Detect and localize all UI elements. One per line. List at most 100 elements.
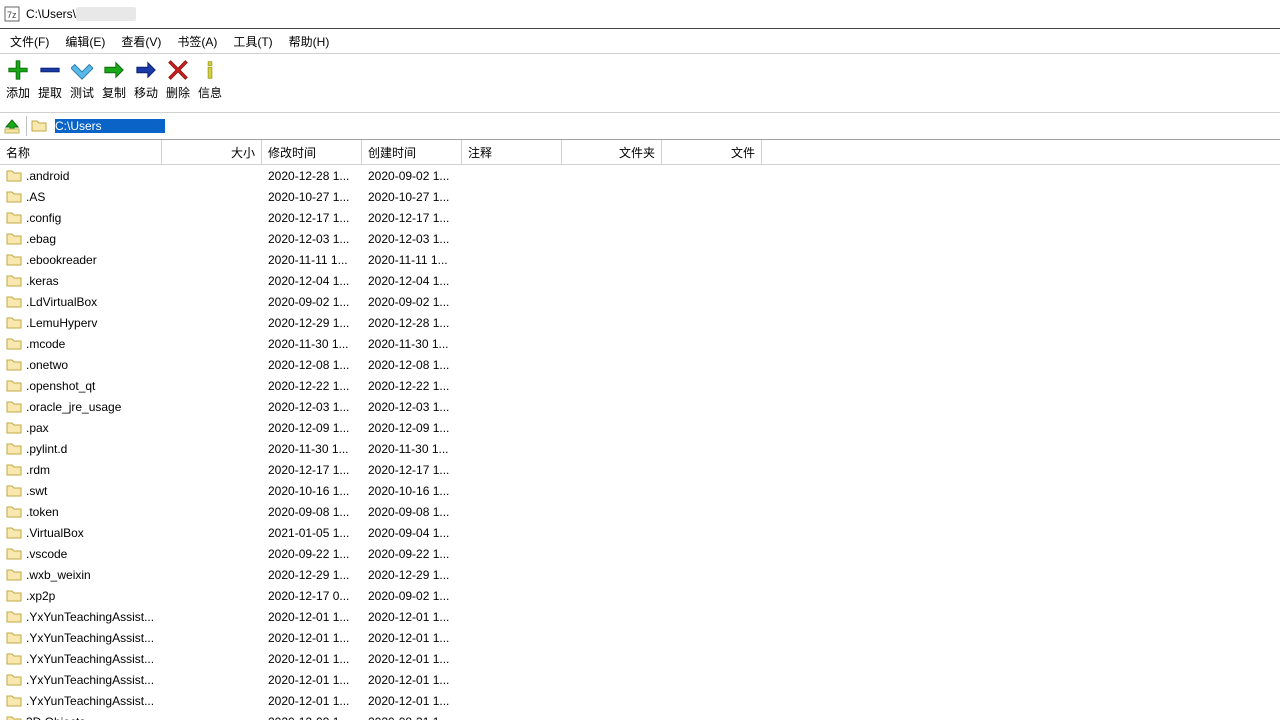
folder-icon xyxy=(6,504,22,520)
file-list[interactable]: .android2020-12-28 1...2020-09-02 1....A… xyxy=(0,165,1280,720)
cell-name: .swt xyxy=(0,483,162,499)
file-name: .ebag xyxy=(26,232,56,246)
table-row[interactable]: .YxYunTeachingAssist...2020-12-01 1...20… xyxy=(0,627,1280,648)
cell-modified: 2021-01-05 1... xyxy=(262,526,362,540)
cell-modified: 2020-12-04 1... xyxy=(262,274,362,288)
up-button[interactable] xyxy=(2,116,22,136)
table-row[interactable]: 3D Objects2020-12-09 1...2020-08-31 1... xyxy=(0,711,1280,720)
cell-created: 2020-12-29 1... xyxy=(362,568,462,582)
table-row[interactable]: .LdVirtualBox2020-09-02 1...2020-09-02 1… xyxy=(0,291,1280,312)
col-folders[interactable]: 文件夹 xyxy=(562,140,662,164)
table-row[interactable]: .VirtualBox2021-01-05 1...2020-09-04 1..… xyxy=(0,522,1280,543)
menu-help[interactable]: 帮助(H) xyxy=(283,31,336,52)
col-modified[interactable]: 修改时间 xyxy=(262,140,362,164)
table-row[interactable]: .YxYunTeachingAssist...2020-12-01 1...20… xyxy=(0,690,1280,711)
cell-modified: 2020-12-17 0... xyxy=(262,589,362,603)
table-row[interactable]: .YxYunTeachingAssist... 2020-12-01 1...20… xyxy=(0,648,1280,669)
cell-created: 2020-12-04 1... xyxy=(362,274,462,288)
table-row[interactable]: .oracle_jre_usage2020-12-03 1...2020-12-… xyxy=(0,396,1280,417)
table-row[interactable]: .config2020-12-17 1...2020-12-17 1... xyxy=(0,207,1280,228)
cell-name: .vscode xyxy=(0,546,162,562)
col-created[interactable]: 创建时间 xyxy=(362,140,462,164)
table-row[interactable]: .YxYunTeachingAssist...2020-12-01 1...20… xyxy=(0,669,1280,690)
address-input[interactable]: C:\Users\xxxxxxxxxx xyxy=(51,116,1278,136)
folder-icon xyxy=(6,189,22,205)
title-obscured: xxxxxxxxxx xyxy=(76,7,136,21)
toolbar-test-button[interactable]: 测试 xyxy=(66,58,98,101)
col-name[interactable]: 名称 xyxy=(0,140,162,164)
cell-modified: 2020-12-09 1... xyxy=(262,421,362,435)
table-row[interactable]: .swt2020-10-16 1...2020-10-16 1... xyxy=(0,480,1280,501)
cell-modified: 2020-12-28 1... xyxy=(262,169,362,183)
cell-modified: 2020-11-30 1... xyxy=(262,442,362,456)
folder-icon xyxy=(6,315,22,331)
table-row[interactable]: .AS2020-10-27 1...2020-10-27 1... xyxy=(0,186,1280,207)
table-row[interactable]: .YxYunTeachingAssist...2020-12-01 1...20… xyxy=(0,606,1280,627)
cell-created: 2020-12-01 1... xyxy=(362,652,462,666)
toolbar-info-button[interactable]: 信息 xyxy=(194,58,226,101)
toolbar: 添加 提取 测试 复制 移动 删除 xyxy=(0,54,1280,113)
table-row[interactable]: .wxb_weixin2020-12-29 1...2020-12-29 1..… xyxy=(0,564,1280,585)
cell-modified: 2020-10-27 1... xyxy=(262,190,362,204)
file-name: .swt xyxy=(26,484,47,498)
col-size[interactable]: 大小 xyxy=(162,140,262,164)
folder-icon xyxy=(6,714,22,720)
cell-created: 2020-09-02 1... xyxy=(362,169,462,183)
table-row[interactable]: .rdm2020-12-17 1...2020-12-17 1... xyxy=(0,459,1280,480)
minus-icon xyxy=(38,58,62,82)
folder-icon xyxy=(6,273,22,289)
toolbar-copy-button[interactable]: 复制 xyxy=(98,58,130,101)
folder-icon xyxy=(6,651,22,667)
cell-name: .wxb_weixin xyxy=(0,567,162,583)
table-row[interactable]: .LemuHyperv2020-12-29 1...2020-12-28 1..… xyxy=(0,312,1280,333)
table-row[interactable]: .android 2020-12-28 1...2020-09-02 1... xyxy=(0,165,1280,186)
cell-modified: 2020-12-01 1... xyxy=(262,673,362,687)
folder-icon xyxy=(6,441,22,457)
toolbar-extract-label: 提取 xyxy=(38,84,62,101)
col-comment[interactable]: 注释 xyxy=(462,140,562,164)
toolbar-delete-button[interactable]: 删除 xyxy=(162,58,194,101)
file-name: .YxYunTeachingAssist... xyxy=(26,652,154,666)
cell-name: .YxYunTeachingAssist... xyxy=(0,672,162,688)
cell-name: .LemuHyperv xyxy=(0,315,162,331)
cell-name: .onetwo xyxy=(0,357,162,373)
table-row[interactable]: .onetwo2020-12-08 1...2020-12-08 1... xyxy=(0,354,1280,375)
folder-icon xyxy=(6,483,22,499)
menu-file[interactable]: 文件(F) xyxy=(4,31,55,52)
table-row[interactable]: .pax2020-12-09 1...2020-12-09 1... xyxy=(0,417,1280,438)
folder-icon xyxy=(6,630,22,646)
file-name: .android xyxy=(26,169,69,183)
cell-name: .xp2p xyxy=(0,588,162,604)
menu-tools[interactable]: 工具(T) xyxy=(227,31,278,52)
cell-created: 2020-09-02 1... xyxy=(362,295,462,309)
table-row[interactable]: .vscode2020-09-22 1...2020-09-22 1... xyxy=(0,543,1280,564)
table-row[interactable]: .openshot_qt2020-12-22 1...2020-12-22 1.… xyxy=(0,375,1280,396)
cell-name: .ebag xyxy=(0,231,162,247)
cell-created: 2020-09-02 1... xyxy=(362,589,462,603)
cell-modified: 2020-12-01 1... xyxy=(262,652,362,666)
menu-view[interactable]: 查看(V) xyxy=(115,31,167,52)
cell-name: .AS xyxy=(0,189,162,205)
table-row[interactable]: .pylint.d2020-11-30 1...2020-11-30 1... xyxy=(0,438,1280,459)
cell-modified: 2020-12-17 1... xyxy=(262,211,362,225)
cell-name: .keras xyxy=(0,273,162,289)
table-row[interactable]: .mcode2020-11-30 1...2020-11-30 1... xyxy=(0,333,1280,354)
table-row[interactable]: .ebookreader2020-11-11 1...2020-11-11 1.… xyxy=(0,249,1280,270)
file-name: .AS xyxy=(26,190,45,204)
toolbar-move-button[interactable]: 移动 xyxy=(130,58,162,101)
file-name: .config xyxy=(26,211,61,225)
col-files[interactable]: 文件 xyxy=(662,140,762,164)
table-row[interactable]: .xp2p 2020-12-17 0...2020-09-02 1... xyxy=(0,585,1280,606)
menu-bookmark[interactable]: 书签(A) xyxy=(171,31,223,52)
folder-icon xyxy=(6,399,22,415)
folder-icon xyxy=(6,609,22,625)
cell-modified: 2020-12-01 1... xyxy=(262,610,362,624)
toolbar-extract-button[interactable]: 提取 xyxy=(34,58,66,101)
table-row[interactable]: .ebag2020-12-03 1...2020-12-03 1... xyxy=(0,228,1280,249)
table-row[interactable]: .token2020-09-08 1...2020-09-08 1... xyxy=(0,501,1280,522)
right-arrow-dark-icon xyxy=(134,58,158,82)
toolbar-add-button[interactable]: 添加 xyxy=(2,58,34,101)
menu-edit[interactable]: 编辑(E) xyxy=(59,31,111,52)
table-row[interactable]: .keras 2020-12-04 1...2020-12-04 1... xyxy=(0,270,1280,291)
cell-name: .oracle_jre_usage xyxy=(0,399,162,415)
